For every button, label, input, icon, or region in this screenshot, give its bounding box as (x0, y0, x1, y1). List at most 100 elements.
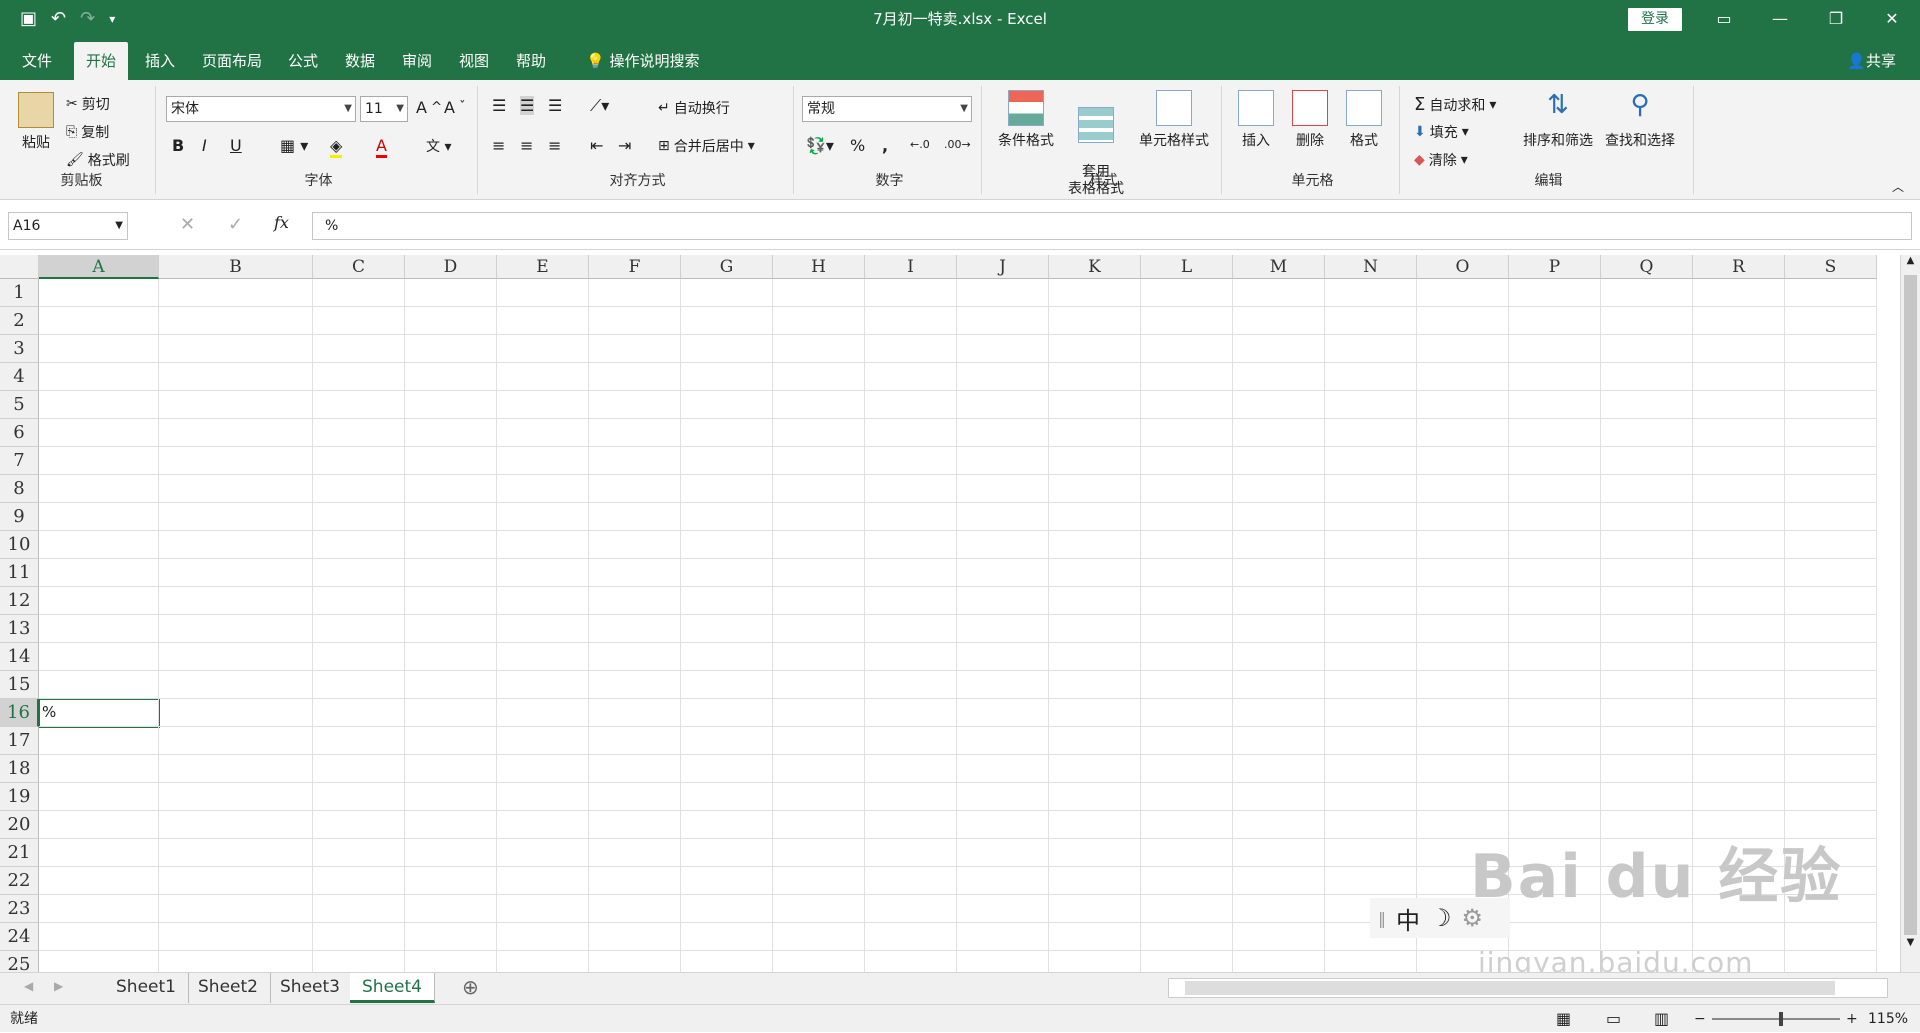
share-button[interactable]: 👤共享 (1847, 50, 1896, 71)
row-header-24[interactable]: 24 (0, 923, 39, 951)
scroll-thumb[interactable] (1904, 275, 1917, 935)
tab-page-layout[interactable]: 页面布局 (190, 42, 274, 80)
row-header-23[interactable]: 23 (0, 895, 39, 923)
tab-help[interactable]: 帮助 (504, 42, 558, 80)
italic-button[interactable]: I (202, 136, 207, 155)
tab-view[interactable]: 视图 (447, 42, 501, 80)
column-header-j[interactable]: J (957, 255, 1049, 279)
column-header-g[interactable]: G (681, 255, 773, 279)
underline-button[interactable]: U (230, 136, 242, 155)
ime-mode[interactable]: 中 (1396, 901, 1420, 936)
font-name-combo[interactable]: 宋体 ▼ (166, 96, 356, 122)
comma-button[interactable]: , (882, 136, 888, 155)
row-header-5[interactable]: 5 (0, 391, 39, 419)
align-middle-icon[interactable]: ☰ (520, 96, 535, 115)
row-header-20[interactable]: 20 (0, 811, 39, 839)
row-header-22[interactable]: 22 (0, 867, 39, 895)
column-header-f[interactable]: F (589, 255, 681, 279)
page-layout-view-icon[interactable]: ▭ (1606, 1005, 1621, 1033)
percent-button[interactable]: % (850, 136, 865, 155)
format-painter-button[interactable]: 🖌 格式刷 (66, 150, 130, 170)
conditional-format-button[interactable]: 条件格式 (990, 90, 1062, 150)
row-header-14[interactable]: 14 (0, 643, 39, 671)
row-header-7[interactable]: 7 (0, 447, 39, 475)
grow-font-button[interactable]: A ^ (416, 98, 442, 117)
wrap-text-button[interactable]: ↵ 自动换行 (658, 98, 730, 118)
row-header-12[interactable]: 12 (0, 587, 39, 615)
column-header-p[interactable]: P (1509, 255, 1601, 279)
number-format-combo[interactable]: 常规 ▼ (802, 96, 972, 122)
delete-cells-button[interactable]: 删除 (1286, 90, 1334, 150)
zoom-in-icon[interactable]: + (1846, 1005, 1858, 1033)
column-header-i[interactable]: I (865, 255, 957, 279)
page-break-view-icon[interactable]: ▥ (1654, 1005, 1669, 1033)
row-header-1[interactable]: 1 (0, 279, 39, 307)
decrease-decimal-icon[interactable]: .00→ (944, 138, 971, 151)
merge-center-button[interactable]: ⊞ 合并后居中 ▾ (658, 136, 755, 156)
decrease-indent-icon[interactable]: ⇤ (590, 136, 603, 155)
autosum-button[interactable]: Σ 自动求和 ▾ (1414, 94, 1496, 115)
minimize-icon[interactable]: — (1752, 0, 1808, 38)
shrink-font-button[interactable]: Aˇ (444, 98, 466, 117)
format-cells-button[interactable]: 格式 (1340, 90, 1388, 150)
bold-button[interactable]: B (172, 136, 184, 155)
zoom-slider[interactable] (1712, 1012, 1840, 1026)
sheet-tab-4[interactable]: Sheet4 (350, 973, 435, 1003)
increase-indent-icon[interactable]: ⇥ (618, 136, 631, 155)
row-header-16[interactable]: 16 (0, 699, 39, 727)
align-center-icon[interactable]: ≡ (520, 136, 533, 155)
scroll-thumb[interactable] (1185, 981, 1835, 995)
orientation-icon[interactable]: ⟋▾ (590, 96, 609, 116)
row-header-2[interactable]: 2 (0, 307, 39, 335)
row-header-11[interactable]: 11 (0, 559, 39, 587)
tab-insert[interactable]: 插入 (133, 42, 187, 80)
sheet-tab-1[interactable]: Sheet1 (104, 973, 189, 1003)
normal-view-icon[interactable]: ▦ (1556, 1005, 1571, 1033)
row-header-15[interactable]: 15 (0, 671, 39, 699)
sort-filter-button[interactable]: ⇅ 排序和筛选 (1520, 90, 1596, 150)
column-header-n[interactable]: N (1325, 255, 1417, 279)
column-header-d[interactable]: D (405, 255, 497, 279)
zoom-out-icon[interactable]: − (1694, 1005, 1706, 1033)
login-button[interactable]: 登录 (1628, 8, 1682, 31)
next-sheet-icon[interactable]: ▶ (54, 979, 63, 993)
row-header-19[interactable]: 19 (0, 783, 39, 811)
prev-sheet-icon[interactable]: ◀ (24, 979, 33, 993)
row-header-8[interactable]: 8 (0, 475, 39, 503)
column-header-e[interactable]: E (497, 255, 589, 279)
row-header-4[interactable]: 4 (0, 363, 39, 391)
tell-me-search[interactable]: 💡 操作说明搜索 (574, 42, 711, 80)
align-bottom-icon[interactable]: ☰ (548, 96, 562, 115)
phonetic-icon[interactable]: 文 ▾ (426, 136, 451, 156)
column-header-c[interactable]: C (313, 255, 405, 279)
row-header-13[interactable]: 13 (0, 615, 39, 643)
scroll-down-icon[interactable]: ▼ (1901, 937, 1920, 955)
cancel-icon[interactable]: ✕ (180, 214, 195, 235)
tab-formulas[interactable]: 公式 (276, 42, 330, 80)
name-box[interactable]: A16 ▼ (8, 212, 128, 240)
drag-handle-icon[interactable]: ‖ (1378, 909, 1386, 928)
insert-function-button[interactable]: fx (274, 213, 289, 232)
increase-decimal-icon[interactable]: ←.0 (910, 138, 930, 151)
copy-button[interactable]: ⎘ 复制 (66, 122, 109, 142)
close-icon[interactable]: ✕ (1864, 0, 1920, 38)
horizontal-scrollbar[interactable] (1168, 978, 1888, 998)
column-header-k[interactable]: K (1049, 255, 1141, 279)
currency-icon[interactable]: 💱▾ (806, 136, 834, 155)
align-left-icon[interactable]: ≡ (492, 136, 505, 155)
row-header-3[interactable]: 3 (0, 335, 39, 363)
add-sheet-icon[interactable]: ⊕ (462, 975, 479, 999)
font-size-combo[interactable]: 11 ▼ (360, 96, 408, 122)
column-header-a[interactable]: A (39, 255, 159, 279)
row-header-6[interactable]: 6 (0, 419, 39, 447)
select-all-corner[interactable] (0, 255, 39, 279)
tab-file[interactable]: 文件 (10, 42, 64, 80)
restore-icon[interactable]: ❐ (1808, 0, 1864, 38)
column-header-s[interactable]: S (1785, 255, 1877, 279)
scroll-up-icon[interactable]: ▲ (1901, 255, 1920, 273)
column-header-l[interactable]: L (1141, 255, 1233, 279)
fill-button[interactable]: ⬇ 填充 ▾ (1414, 122, 1469, 142)
formula-input[interactable]: % (312, 212, 1912, 240)
align-top-icon[interactable]: ☰ (492, 96, 506, 115)
tab-review[interactable]: 审阅 (390, 42, 444, 80)
